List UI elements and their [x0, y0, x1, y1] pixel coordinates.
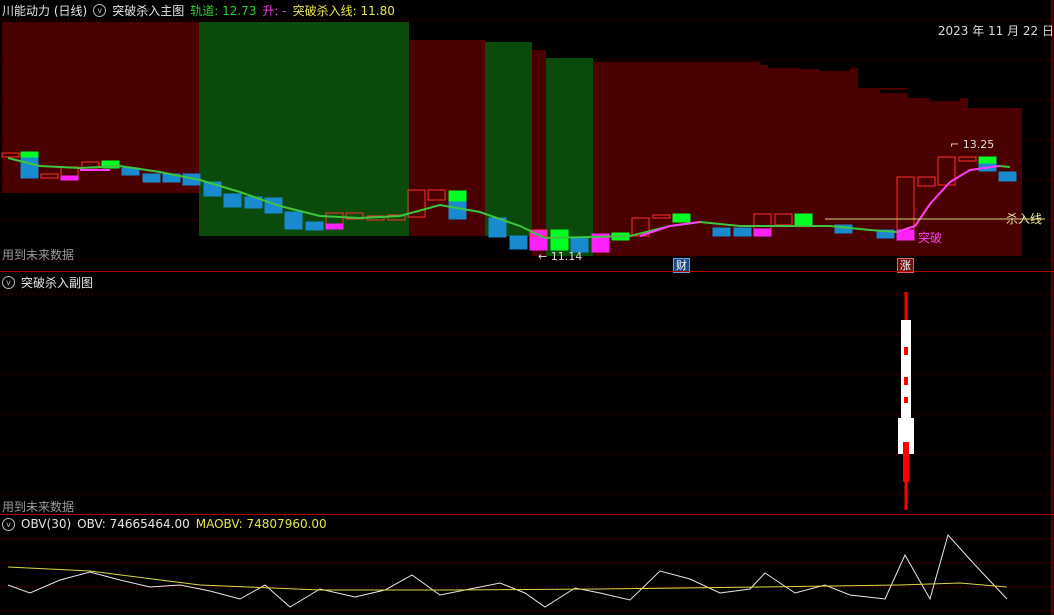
candle	[325, 223, 344, 230]
signal-tail	[903, 442, 909, 482]
kill-line-label: 杀入线	[1006, 211, 1042, 226]
candle	[550, 229, 569, 251]
obv-value: 74665464.00	[109, 517, 190, 531]
zone-band	[485, 42, 532, 236]
candle	[305, 221, 324, 231]
ma-line-green	[998, 165, 1011, 168]
candle	[998, 171, 1017, 182]
candle	[142, 173, 161, 183]
chart-date: 2023 年 11 月 22 日	[937, 24, 1054, 38]
rise-label: 升: -	[262, 4, 287, 18]
zone-band	[968, 108, 1022, 256]
main-chart-pane[interactable]: 杀入线突破 ⌐ 13.25 ← 11.14 川能动力 (日线) v 突破杀入主图 轨…	[0, 0, 1054, 273]
candle	[672, 213, 691, 223]
low-price-annot: ← 11.14	[538, 250, 582, 263]
track-label: 轨道:	[190, 4, 219, 18]
sub-indicator-name[interactable]: 突破杀入副图	[21, 274, 93, 291]
zone-step	[858, 72, 888, 75]
signal-mark	[904, 377, 908, 385]
main-chart-canvas[interactable]: 杀入线突破 ⌐ 13.25 ← 11.14	[0, 0, 1054, 271]
candle	[20, 151, 39, 158]
track-value: 12.73	[222, 4, 257, 18]
main-future-note: 用到未来数据	[2, 248, 75, 262]
candle	[284, 211, 303, 230]
candle	[448, 201, 467, 220]
high-price-annot: ⌐ 13.25	[950, 138, 994, 151]
obv-line	[7, 533, 1008, 608]
obv-label: OBV:	[77, 517, 106, 531]
zone-step	[990, 104, 1020, 107]
candle	[20, 153, 39, 179]
signal-body	[901, 320, 911, 420]
candle	[223, 193, 242, 208]
zone-band	[532, 50, 546, 256]
candle	[712, 227, 731, 237]
zone-band	[593, 62, 673, 256]
settings-circle-icon[interactable]: v	[93, 4, 107, 17]
sub-future-note: 用到未来数据	[2, 500, 75, 514]
zone-band	[546, 58, 593, 256]
candle	[733, 227, 752, 237]
obv-chart-pane[interactable]: v OBV(30) OBV: 74665464.00 MAOBV: 748079…	[0, 515, 1054, 615]
candle	[509, 235, 528, 250]
zone-step	[760, 62, 790, 65]
main-indicator-name[interactable]: 突破杀入主图	[112, 2, 184, 19]
sub-header: v 突破杀入副图	[2, 274, 93, 291]
candle	[448, 190, 467, 203]
obv-name[interactable]: OBV(30)	[21, 517, 71, 531]
stock-name[interactable]: 川能动力 (日线)	[2, 2, 87, 19]
signal-mark	[904, 347, 908, 355]
zone-step	[820, 68, 850, 71]
kill-label: 突破杀入线:	[292, 4, 357, 18]
sub-chart-canvas[interactable]	[0, 272, 1054, 514]
sub-chart-pane[interactable]: v 突破杀入副图 用到未来数据	[0, 272, 1054, 514]
zone-step	[880, 90, 910, 93]
signal-mark	[904, 397, 908, 403]
candle	[60, 175, 79, 181]
obv-header: v OBV(30) OBV: 74665464.00 MAOBV: 748079…	[2, 517, 327, 531]
candle	[753, 228, 772, 237]
maobv-label: MAOBV:	[195, 517, 243, 531]
main-header: 川能动力 (日线) v 突破杀入主图 轨道: 12.73 升: - 突破杀入线:…	[2, 2, 395, 19]
settings-circle-icon[interactable]: v	[2, 517, 15, 531]
candle	[794, 213, 813, 226]
maobv-value: 74807960.00	[246, 517, 327, 531]
candle	[978, 156, 997, 164]
zone-step	[930, 98, 960, 101]
settings-circle-icon[interactable]: v	[2, 276, 15, 289]
kill-value: 11.80	[360, 4, 395, 18]
breakthrough-label: 突破	[918, 230, 942, 245]
